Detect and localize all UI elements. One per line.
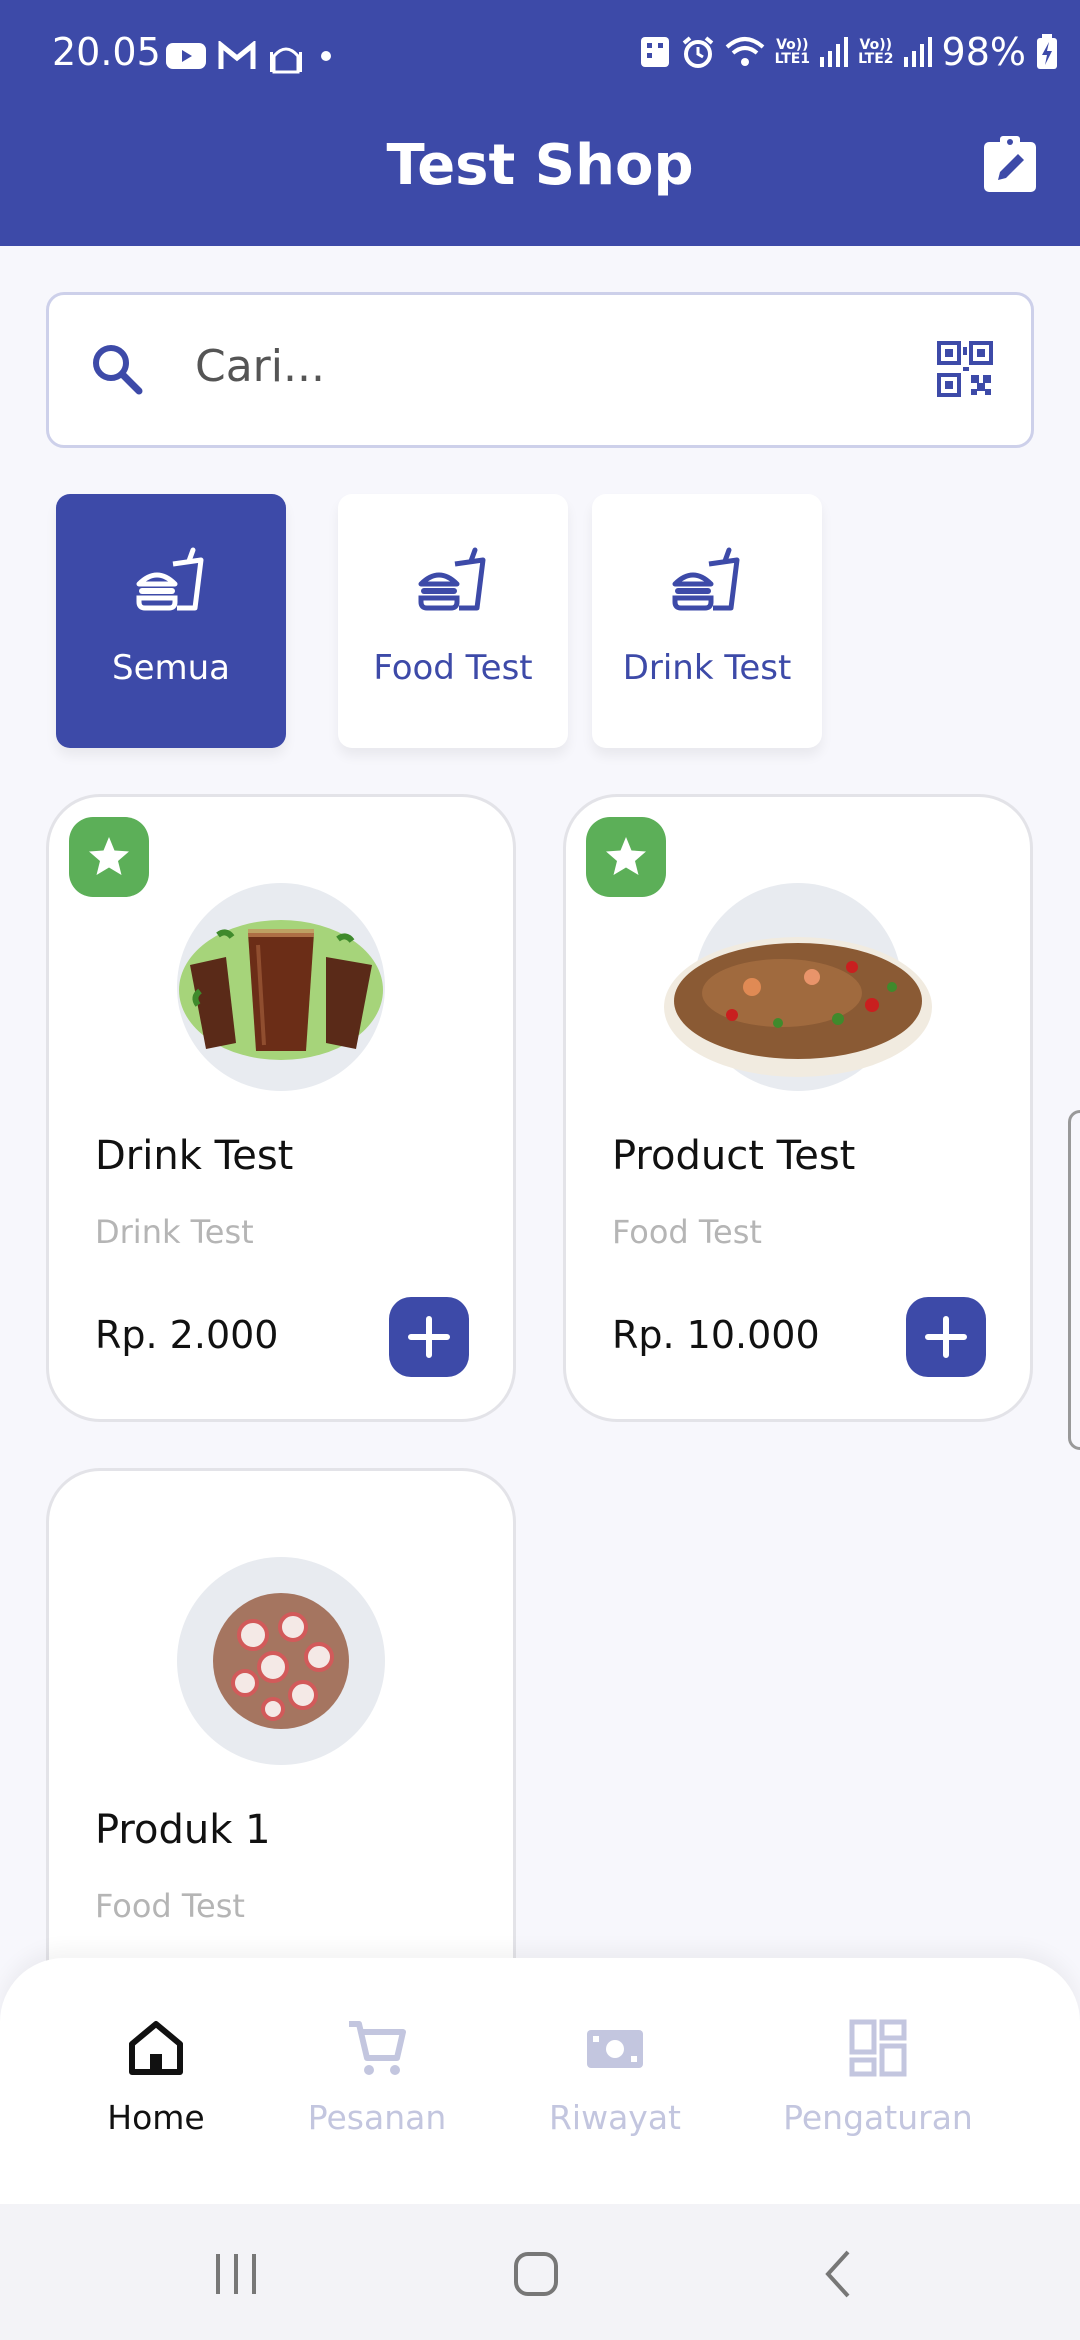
dashboard-icon: [849, 2019, 907, 2077]
page-title: Test Shop: [386, 133, 694, 198]
money-icon: [587, 2030, 643, 2068]
signal-icon: [820, 37, 849, 67]
edit-clipboard-icon[interactable]: [980, 134, 1040, 194]
nav-item-home[interactable]: Home: [96, 2016, 216, 2137]
nav-label: Pengaturan: [783, 2098, 973, 2137]
category-drink-test[interactable]: Drink Test: [592, 494, 822, 748]
product-category: Food Test: [95, 1887, 245, 1925]
plus-icon: [925, 1316, 967, 1358]
search-icon: [93, 345, 143, 395]
mosque-icon: [270, 47, 302, 74]
search-input[interactable]: Cari...: [195, 341, 325, 392]
youtube-icon: [166, 43, 206, 69]
status-bar: 20.05 Vo)) LTE1 Vo)) LTE2 98%: [0, 0, 1080, 110]
status-time: 20.05: [52, 30, 161, 74]
wifi-icon: [725, 37, 764, 66]
signal-icon: [903, 37, 932, 67]
nav-item-pesanan[interactable]: Pesanan: [306, 2016, 448, 2137]
plus-icon: [408, 1316, 450, 1358]
lte1-indicator: Vo)) LTE1: [774, 37, 811, 67]
system-status-icons: Vo)) LTE1 Vo)) LTE2 98%: [639, 30, 1058, 74]
battery-level: 98%: [941, 30, 1026, 74]
product-name: Produk 1: [95, 1807, 271, 1853]
home-button-icon[interactable]: [506, 2248, 566, 2300]
add-to-cart-button[interactable]: [906, 1297, 986, 1377]
cart-icon: [349, 2021, 406, 2075]
product-price: Rp. 10.000: [612, 1313, 820, 1357]
product-price: Rp. 2.000: [95, 1313, 279, 1357]
notification-icons: [166, 36, 336, 76]
category-semua[interactable]: Semua: [56, 494, 286, 748]
building-icon: [640, 37, 669, 67]
category-label: Food Test: [373, 648, 533, 688]
bottom-navigation: Home Pesanan Riwayat Pengaturan: [0, 1958, 1080, 2204]
product-name: Product Test: [612, 1133, 856, 1179]
add-to-cart-button[interactable]: [389, 1297, 469, 1377]
product-card[interactable]: Product Test Food Test Rp. 10.000: [563, 794, 1033, 1422]
product-card[interactable]: Drink Test Drink Test Rp. 2.000: [46, 794, 516, 1422]
gmail-icon: [218, 41, 256, 69]
product-category: Drink Test: [95, 1213, 254, 1251]
favorite-star-icon[interactable]: [586, 817, 666, 897]
nav-item-riwayat[interactable]: Riwayat: [548, 2016, 682, 2137]
category-food-test[interactable]: Food Test: [338, 494, 568, 748]
fish-cake-image: [213, 1593, 349, 1729]
food-drink-icon: [672, 547, 740, 611]
nav-label: Home: [107, 2098, 205, 2137]
dot-icon: [321, 51, 331, 61]
fried-rice-image: [664, 937, 932, 1077]
search-bar[interactable]: Cari...: [46, 292, 1034, 448]
home-icon: [129, 2021, 183, 2075]
edge-panel-handle[interactable]: [1068, 1110, 1080, 1450]
alarm-icon: [682, 36, 713, 68]
nav-item-pengaturan[interactable]: Pengaturan: [780, 2016, 976, 2137]
nav-label: Riwayat: [549, 2098, 681, 2137]
battery-charging-icon: [1037, 34, 1057, 69]
product-category: Food Test: [612, 1213, 762, 1251]
lte2-indicator: Vo)) LTE2: [858, 37, 894, 67]
system-navigation-bar: [0, 2204, 1080, 2340]
food-drink-icon: [418, 547, 486, 611]
favorite-star-icon[interactable]: [69, 817, 149, 897]
iced-tea-image: [179, 920, 383, 1060]
nav-label: Pesanan: [307, 2098, 447, 2137]
category-label: Drink Test: [622, 648, 792, 688]
app-header: 20.05 Vo)) LTE1 Vo)) LTE2 98% Test Shop: [0, 0, 1080, 246]
food-drink-icon: [136, 547, 204, 611]
category-label: Semua: [111, 648, 230, 688]
qr-code-icon[interactable]: [937, 341, 993, 397]
recent-apps-icon[interactable]: [206, 2248, 266, 2300]
product-name: Drink Test: [95, 1133, 294, 1179]
back-icon[interactable]: [810, 2248, 870, 2300]
